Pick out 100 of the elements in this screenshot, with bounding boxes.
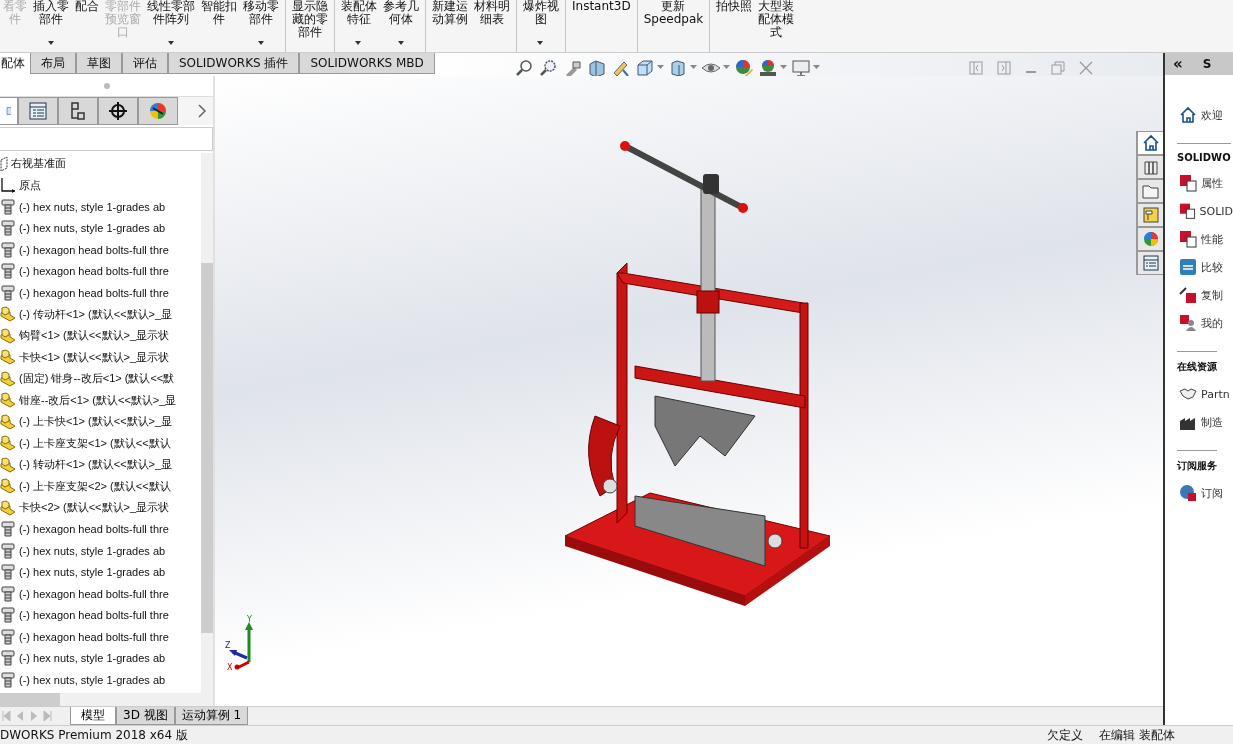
bolt-icon: [0, 284, 16, 301]
task-pane-tab[interactable]: [1137, 131, 1163, 155]
part-icon: [0, 435, 16, 452]
part-icon: [0, 499, 16, 516]
first-tab-icon[interactable]: [0, 709, 12, 723]
ribbon-button[interactable]: 插入零 部件: [30, 0, 72, 52]
caret-icon[interactable]: [353, 41, 362, 46]
pane-link[interactable]: 复制: [1201, 287, 1223, 303]
view-tab[interactable]: 运动算例 1: [174, 707, 249, 725]
pane-link[interactable]: 制造: [1201, 414, 1223, 430]
zoom-area-icon[interactable]: [538, 57, 559, 78]
caret-icon[interactable]: [257, 41, 265, 46]
chevron-right-icon[interactable]: [197, 104, 207, 118]
section-view-icon[interactable]: [586, 57, 607, 78]
ribbon-button[interactable]: 大型装 配体模 式: [755, 0, 798, 52]
status-state: 欠定义: [1047, 726, 1084, 744]
pane-link[interactable]: 性能: [1201, 231, 1223, 247]
scene-icon[interactable]: [757, 57, 778, 78]
tree-item[interactable]: (固定) 钳身--改后<1> (默认<<默: [0, 368, 201, 390]
panel-tab[interactable]: [98, 97, 138, 125]
horizontal-scrollbar[interactable]: [0, 693, 213, 706]
ribbon-button[interactable]: 智能扣 件: [198, 0, 240, 52]
command-tab[interactable]: SOLIDWORKS 插件: [168, 53, 300, 74]
view-tab[interactable]: 模型: [70, 707, 116, 725]
pane-link[interactable]: 属性: [1201, 175, 1223, 191]
caret-icon[interactable]: [397, 41, 405, 46]
tile-left-icon[interactable]: [969, 60, 983, 75]
pane-link[interactable]: 订阅: [1201, 485, 1223, 501]
tree-item[interactable]: (-) 上卡座支架<2> (默认<<默认: [0, 475, 201, 497]
tree-item[interactable]: (-) hexagon head bolts-full thre: [0, 626, 201, 648]
tree-item[interactable]: (-) hexagon head bolts-full thre: [0, 282, 201, 304]
task-pane-tab[interactable]: [1137, 155, 1163, 179]
last-tab-icon[interactable]: [42, 709, 54, 723]
tree-item[interactable]: (-) hex nuts, style 1-grades ab: [0, 561, 201, 583]
pane-link[interactable]: 比较: [1201, 259, 1223, 275]
ribbon-button[interactable]: 装配体 特征: [334, 0, 380, 52]
caret-icon[interactable]: [47, 41, 55, 46]
tree-item[interactable]: 原点: [0, 174, 201, 196]
command-tab[interactable]: 草图: [76, 53, 122, 74]
document-icon: [1179, 230, 1197, 248]
caret-icon[interactable]: [167, 41, 175, 46]
pane-link[interactable]: Partn: [1201, 387, 1230, 401]
close-icon[interactable]: [1079, 60, 1093, 75]
collapse-button[interactable]: «: [1173, 55, 1183, 73]
view-palette-icon: [1141, 206, 1160, 224]
tree-item[interactable]: 卡快<2> (默认<<默认>_显示状: [0, 497, 201, 519]
tree-item[interactable]: (-) 转动杆<1> (默认<<默认>_显: [0, 454, 201, 476]
pane-link[interactable]: 我的: [1201, 315, 1223, 331]
part-icon: [0, 392, 16, 409]
filter-field[interactable]: [0, 127, 213, 151]
ribbon-button[interactable]: 新建运 动算例: [425, 0, 471, 52]
tree-item[interactable]: (-) 上卡座支架<1> (默认<<默认: [0, 432, 201, 454]
monitor-icon[interactable]: [790, 57, 811, 78]
ribbon-button[interactable]: Instant3D: [565, 0, 634, 52]
tree-item[interactable]: 卡快<1> (默认<<默认>_显示状: [0, 346, 201, 368]
bolt-icon: [0, 263, 16, 280]
command-tab[interactable]: SOLIDWORKS MBD: [299, 53, 435, 74]
tree-item[interactable]: (-) hex nuts, style 1-grades ab: [0, 647, 201, 669]
view-tab[interactable]: 3D 视图: [116, 707, 175, 725]
section-heading: 在线资源: [1177, 351, 1217, 374]
ribbon-button[interactable]: 显示隐 藏的零 部件: [285, 0, 331, 52]
restore-icon[interactable]: [1051, 60, 1065, 75]
ribbon-button[interactable]: 配合: [72, 0, 102, 52]
tree-item[interactable]: (-) hexagon head bolts-full thre: [0, 518, 201, 540]
tree-item[interactable]: 右视基准面: [0, 153, 201, 175]
tile-right-icon[interactable]: [997, 60, 1011, 75]
color-ball-icon: [148, 101, 168, 121]
ribbon-button[interactable]: 参考几 何体: [380, 0, 422, 52]
tree-item[interactable]: 钩臂<1> (默认<<默认>_显示状: [0, 325, 201, 347]
tree-item[interactable]: (-) 上卡快<1> (默认<<默认>_显: [0, 411, 201, 433]
command-tab[interactable]: 布局: [30, 53, 76, 74]
plane-icon: [0, 155, 8, 172]
view-orientation-icon[interactable]: [634, 57, 655, 78]
task-pane-tab[interactable]: [1137, 227, 1163, 251]
tree-item[interactable]: (-) hex nuts, style 1-grades ab: [0, 540, 201, 562]
ribbon-button[interactable]: 爆炸视 图: [516, 0, 562, 52]
tree-item[interactable]: 钳座--改后<1> (默认<<默认>_显: [0, 389, 201, 411]
tree-item[interactable]: (-) 传动杆<1> (默认<<默认>_显: [0, 303, 201, 325]
tree-item[interactable]: (-) hex nuts, style 1-grades ab: [0, 669, 201, 691]
collapse-handle-icon[interactable]: [102, 82, 111, 90]
part-icon: [0, 413, 16, 430]
caret-icon[interactable]: [535, 41, 544, 46]
tree-item[interactable]: (-) hexagon head bolts-full thre: [0, 239, 201, 261]
ribbon-button[interactable]: 拍快照: [709, 0, 756, 52]
ribbon-button[interactable]: 更新 Speedpak: [636, 0, 707, 52]
command-tab[interactable]: 评估: [122, 53, 168, 74]
pane-link[interactable]: 欢迎: [1201, 107, 1223, 123]
list-icon: [1141, 254, 1160, 272]
ribbon-button[interactable]: 材料明 细表: [471, 0, 513, 52]
zoom-to-fit-icon[interactable]: [514, 57, 535, 78]
ribbon-button[interactable]: 移动零 部件: [240, 0, 282, 52]
ribbon-button[interactable]: 线性零部 件阵列: [144, 0, 198, 52]
tree-item[interactable]: (-) hexagon head bolts-full thre: [0, 260, 201, 282]
edit-appearance-icon[interactable]: [733, 57, 754, 78]
pane-link[interactable]: SOLID: [1199, 204, 1233, 218]
scrollbar[interactable]: [201, 153, 213, 693]
tree-item[interactable]: (-) hex nuts, style 1-grades ab: [0, 196, 201, 218]
tree-item[interactable]: (-) hex nuts, style 1-grades ab: [0, 217, 201, 239]
tree-item[interactable]: (-) hexagon head bolts-full thre: [0, 604, 201, 626]
tree-item[interactable]: (-) hexagon head bolts-full thre: [0, 583, 201, 605]
